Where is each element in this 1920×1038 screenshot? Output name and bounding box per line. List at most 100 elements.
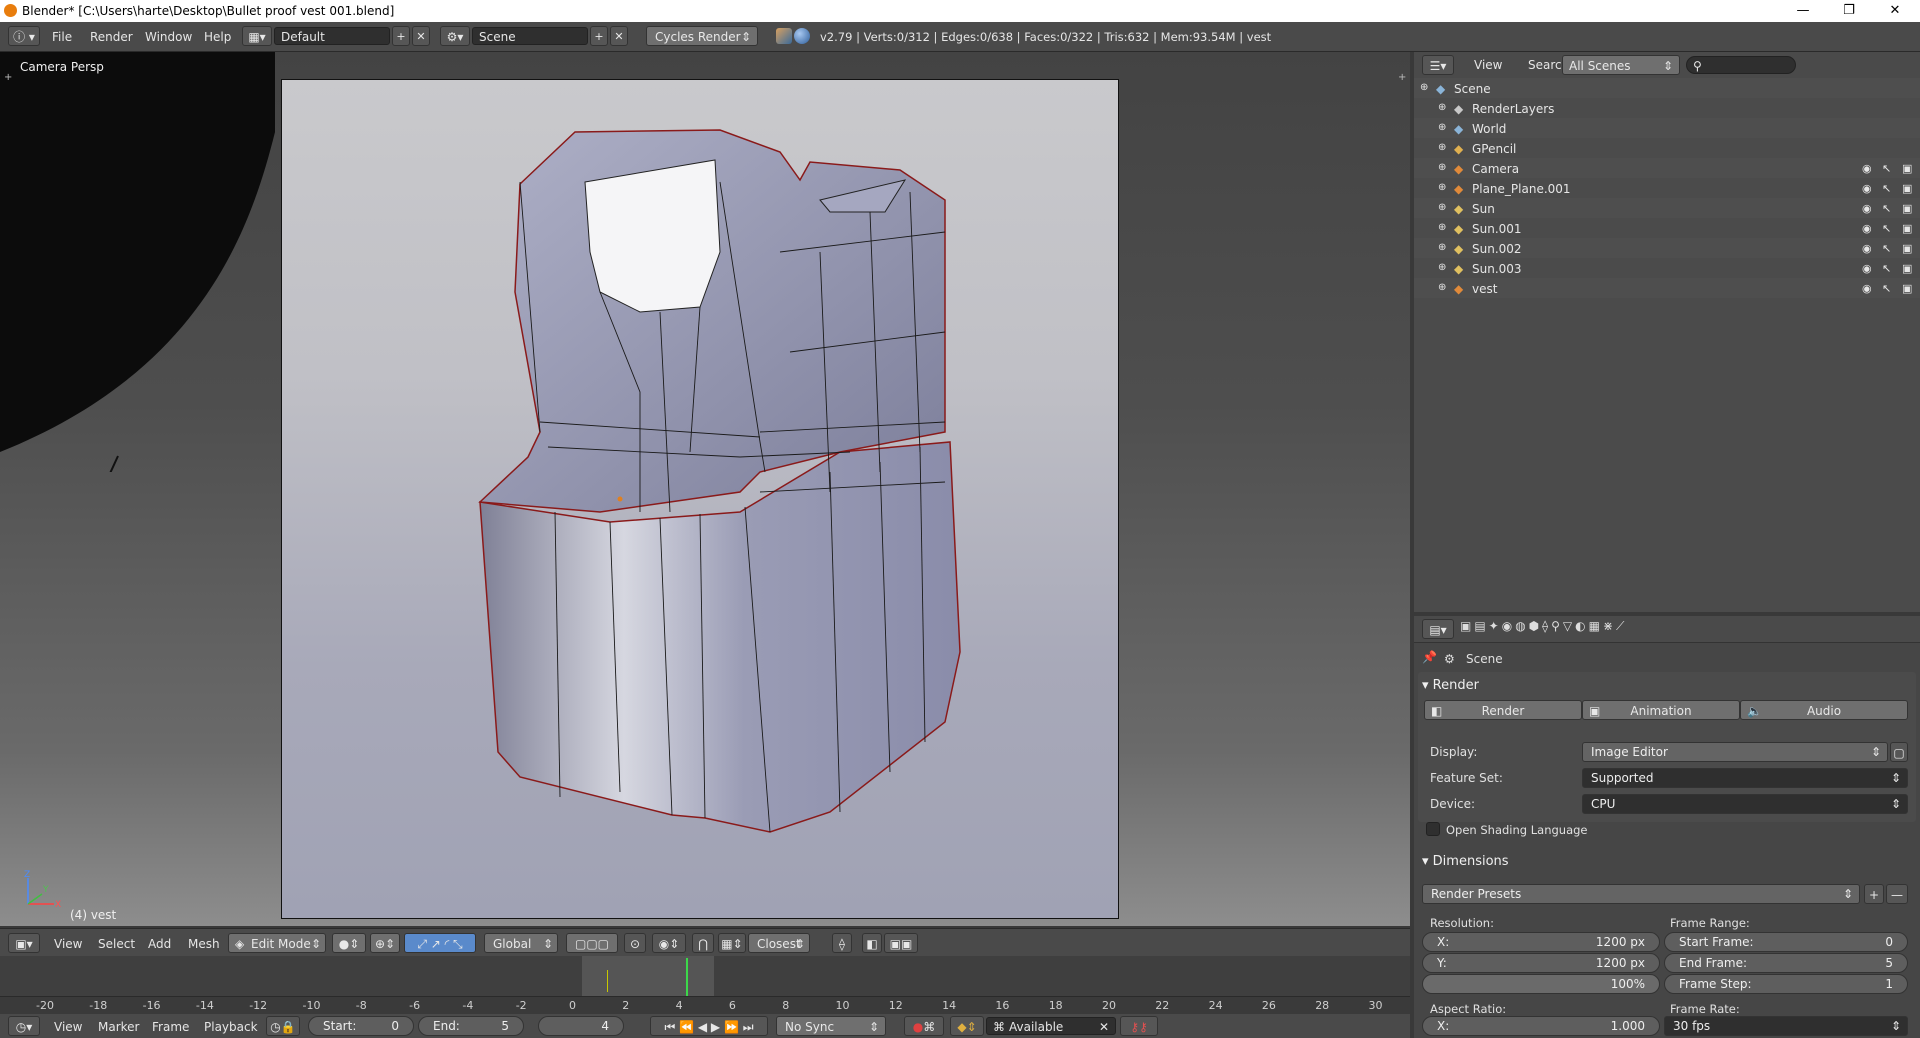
sync-mode-dropdown[interactable]: No Sync ⇕ (776, 1016, 886, 1036)
timeline[interactable]: -20 -18 -16 -14 -12 -10 -8 -6 -4 -2 0 2 4 6 8 10 12 14 16 1… (0, 956, 1410, 1015)
cursor-icon[interactable]: ↖ (1882, 262, 1891, 275)
device-dropdown[interactable]: CPU ⇕ (1582, 794, 1908, 814)
expand-toggle-icon[interactable]: ⊕ (1420, 82, 1428, 93)
timeline-menu-view[interactable]: View (54, 1020, 82, 1034)
resolution-percent-slider[interactable]: 100% (1422, 974, 1660, 994)
scene-add-button[interactable]: + (590, 26, 608, 46)
start-frame-field[interactable]: Start: 0 (308, 1016, 414, 1036)
frame-rate-dropdown[interactable]: 30 fps ⇕ (1664, 1016, 1908, 1036)
scene-name-field[interactable]: Scene (472, 27, 588, 45)
eye-icon[interactable]: ◉ (1862, 182, 1872, 195)
preset-remove-button[interactable]: — (1886, 884, 1908, 904)
render-toggle-icon[interactable]: ▣ (1902, 202, 1912, 215)
editor-type-properties-button[interactable]: ▤▾ (1422, 619, 1454, 639)
menu-select[interactable]: Select (98, 937, 135, 951)
outliner-item-label[interactable]: Camera (1472, 162, 1519, 176)
properties-toggle-icon[interactable]: + (1398, 72, 1406, 83)
toolshelf-toggle-icon[interactable]: + (4, 72, 12, 83)
close-button[interactable]: ✕ (1872, 0, 1918, 22)
outliner-row[interactable]: ⊕ ◆ Sun.002 ◉ ↖ ▣ (1414, 238, 1920, 258)
timeline-menu-frame[interactable]: Frame (152, 1020, 189, 1034)
expand-toggle-icon[interactable]: ⊕ (1438, 262, 1446, 273)
outliner-row[interactable]: ⊕ ◆ vest ◉ ↖ ▣ (1414, 278, 1920, 298)
keying-set-field[interactable]: ⌘ Available ✕ (986, 1017, 1116, 1035)
snap-element-button[interactable]: ◉⇕ (652, 933, 686, 953)
render-toggle-icon[interactable]: ▣ (1902, 242, 1912, 255)
cursor-icon[interactable]: ↖ (1882, 182, 1891, 195)
render-button[interactable]: ◧ Render (1424, 700, 1582, 720)
vest-mesh[interactable] (0, 52, 1410, 926)
outliner-display-mode-dropdown[interactable]: All Scenes ⇕ (1562, 55, 1680, 75)
cursor-icon[interactable]: ↖ (1882, 162, 1891, 175)
menu-render[interactable]: Render (90, 30, 133, 44)
render-panel-header[interactable]: ▾ Render (1422, 678, 1479, 693)
layout-selector-button[interactable]: ▦▾ (242, 26, 272, 46)
snap-toggle-button[interactable]: ⋂ (692, 933, 714, 953)
outliner-item-label[interactable]: World (1472, 122, 1506, 136)
lock-interface-button[interactable]: ▢ (1890, 742, 1908, 762)
eye-icon[interactable]: ◉ (1862, 162, 1872, 175)
transform-orientation-dropdown[interactable]: Global ⇕ (484, 933, 558, 953)
outliner-row[interactable]: ⊕ ◆ Sun.003 ◉ ↖ ▣ (1414, 258, 1920, 278)
editor-type-3dview-button[interactable]: ▣▾ (8, 933, 40, 953)
eye-icon[interactable]: ◉ (1862, 242, 1872, 255)
menu-file[interactable]: File (52, 30, 72, 44)
expand-toggle-icon[interactable]: ⊕ (1438, 122, 1446, 133)
outliner-row[interactable]: ⊕ ◆ World (1414, 118, 1920, 138)
display-dropdown[interactable]: Image Editor ⇕ (1582, 742, 1888, 762)
viewport-shading-dropdown[interactable]: ●⇕ (332, 933, 366, 953)
render-toggle-icon[interactable]: ▣ (1902, 162, 1912, 175)
scene-remove-button[interactable]: ✕ (610, 26, 628, 46)
current-frame-cursor[interactable] (686, 958, 688, 996)
outliner[interactable]: ☰▾ View Search All Scenes ⇕ ⚲ ⊕ ◆ Scene ⊕ ◆ Re… (1414, 52, 1920, 612)
manipulator-toggles[interactable]: ⤢ ↗ ◜ ⤡ (404, 933, 476, 953)
menu-view[interactable]: View (54, 937, 82, 951)
animation-button[interactable]: ▣ Animation (1582, 700, 1740, 720)
current-frame-field[interactable]: 4 (538, 1016, 624, 1036)
properties-editor[interactable]: ▤▾ ▣▤✦◉◍⬢⟠⚲▽◐▦⋇⟋ 📌 ⚙ Scene ▾ Render ◧ Ren… (1414, 616, 1920, 1038)
pivot-point-dropdown[interactable]: ⊕⇕ (370, 933, 400, 953)
preset-add-button[interactable]: + (1864, 884, 1884, 904)
minimize-button[interactable]: — (1780, 0, 1826, 22)
menu-window[interactable]: Window (145, 30, 192, 44)
expand-toggle-icon[interactable]: ⊕ (1438, 182, 1446, 193)
outliner-item-label[interactable]: Sun.003 (1472, 262, 1522, 276)
eye-icon[interactable]: ◉ (1862, 202, 1872, 215)
outliner-row[interactable]: ⊕ ◆ Sun.001 ◉ ↖ ▣ (1414, 218, 1920, 238)
x-icon[interactable]: ✕ (1099, 1018, 1109, 1036)
mode-dropdown[interactable]: ◈ Edit Mode ⇕ (228, 933, 326, 953)
outliner-item-label[interactable]: Sun (1472, 202, 1495, 216)
audio-button[interactable]: 🔈 Audio (1740, 700, 1908, 720)
eye-icon[interactable]: ◉ (1862, 222, 1872, 235)
outliner-search-input[interactable]: ⚲ (1686, 56, 1796, 74)
resolution-x-field[interactable]: X: 1200 px (1422, 932, 1660, 952)
expand-toggle-icon[interactable]: ⊕ (1438, 162, 1446, 173)
aspect-x-field[interactable]: X: 1.000 (1422, 1016, 1660, 1036)
end-frame-prop-field[interactable]: End Frame: 5 (1664, 953, 1908, 973)
outliner-row[interactable]: ⊕ ◆ GPencil (1414, 138, 1920, 158)
menu-help[interactable]: Help (204, 30, 231, 44)
outliner-item-label[interactable]: Scene (1454, 82, 1491, 96)
opengl-render-button[interactable]: ◧ (862, 933, 882, 953)
expand-toggle-icon[interactable]: ⊕ (1438, 242, 1446, 253)
cursor-icon[interactable]: ↖ (1882, 202, 1891, 215)
render-presets-dropdown[interactable]: Render Presets ⇕ (1422, 884, 1860, 904)
expand-toggle-icon[interactable]: ⊕ (1438, 142, 1446, 153)
outliner-item-label[interactable]: vest (1472, 282, 1497, 296)
outliner-item-label[interactable]: Plane_Plane.001 (1472, 182, 1571, 196)
opengl-anim-button[interactable]: ▣▣ (884, 933, 918, 953)
outliner-row[interactable]: ⊕ ◆ Camera ◉ ↖ ▣ (1414, 158, 1920, 178)
render-toggle-icon[interactable]: ▣ (1902, 282, 1912, 295)
start-frame-prop-field[interactable]: Start Frame: 0 (1664, 932, 1908, 952)
dimensions-panel-header[interactable]: ▾ Dimensions (1422, 854, 1509, 869)
end-frame-field[interactable]: End: 5 (418, 1016, 524, 1036)
menu-mesh[interactable]: Mesh (188, 937, 220, 951)
expand-toggle-icon[interactable]: ⊕ (1438, 222, 1446, 233)
snap-target-icon-button[interactable]: ▦⇕ (718, 933, 746, 953)
3d-viewport[interactable]: Camera Persp Z X Y (4) vest + + (0, 52, 1410, 926)
outliner-item-label[interactable]: RenderLayers (1472, 102, 1554, 116)
resolution-y-field[interactable]: Y: 1200 px (1422, 953, 1660, 973)
frame-step-field[interactable]: Frame Step: 1 (1664, 974, 1908, 994)
timeline-menu-marker[interactable]: Marker (98, 1020, 139, 1034)
layer-buttons[interactable]: ▢▢▢ (566, 933, 618, 953)
